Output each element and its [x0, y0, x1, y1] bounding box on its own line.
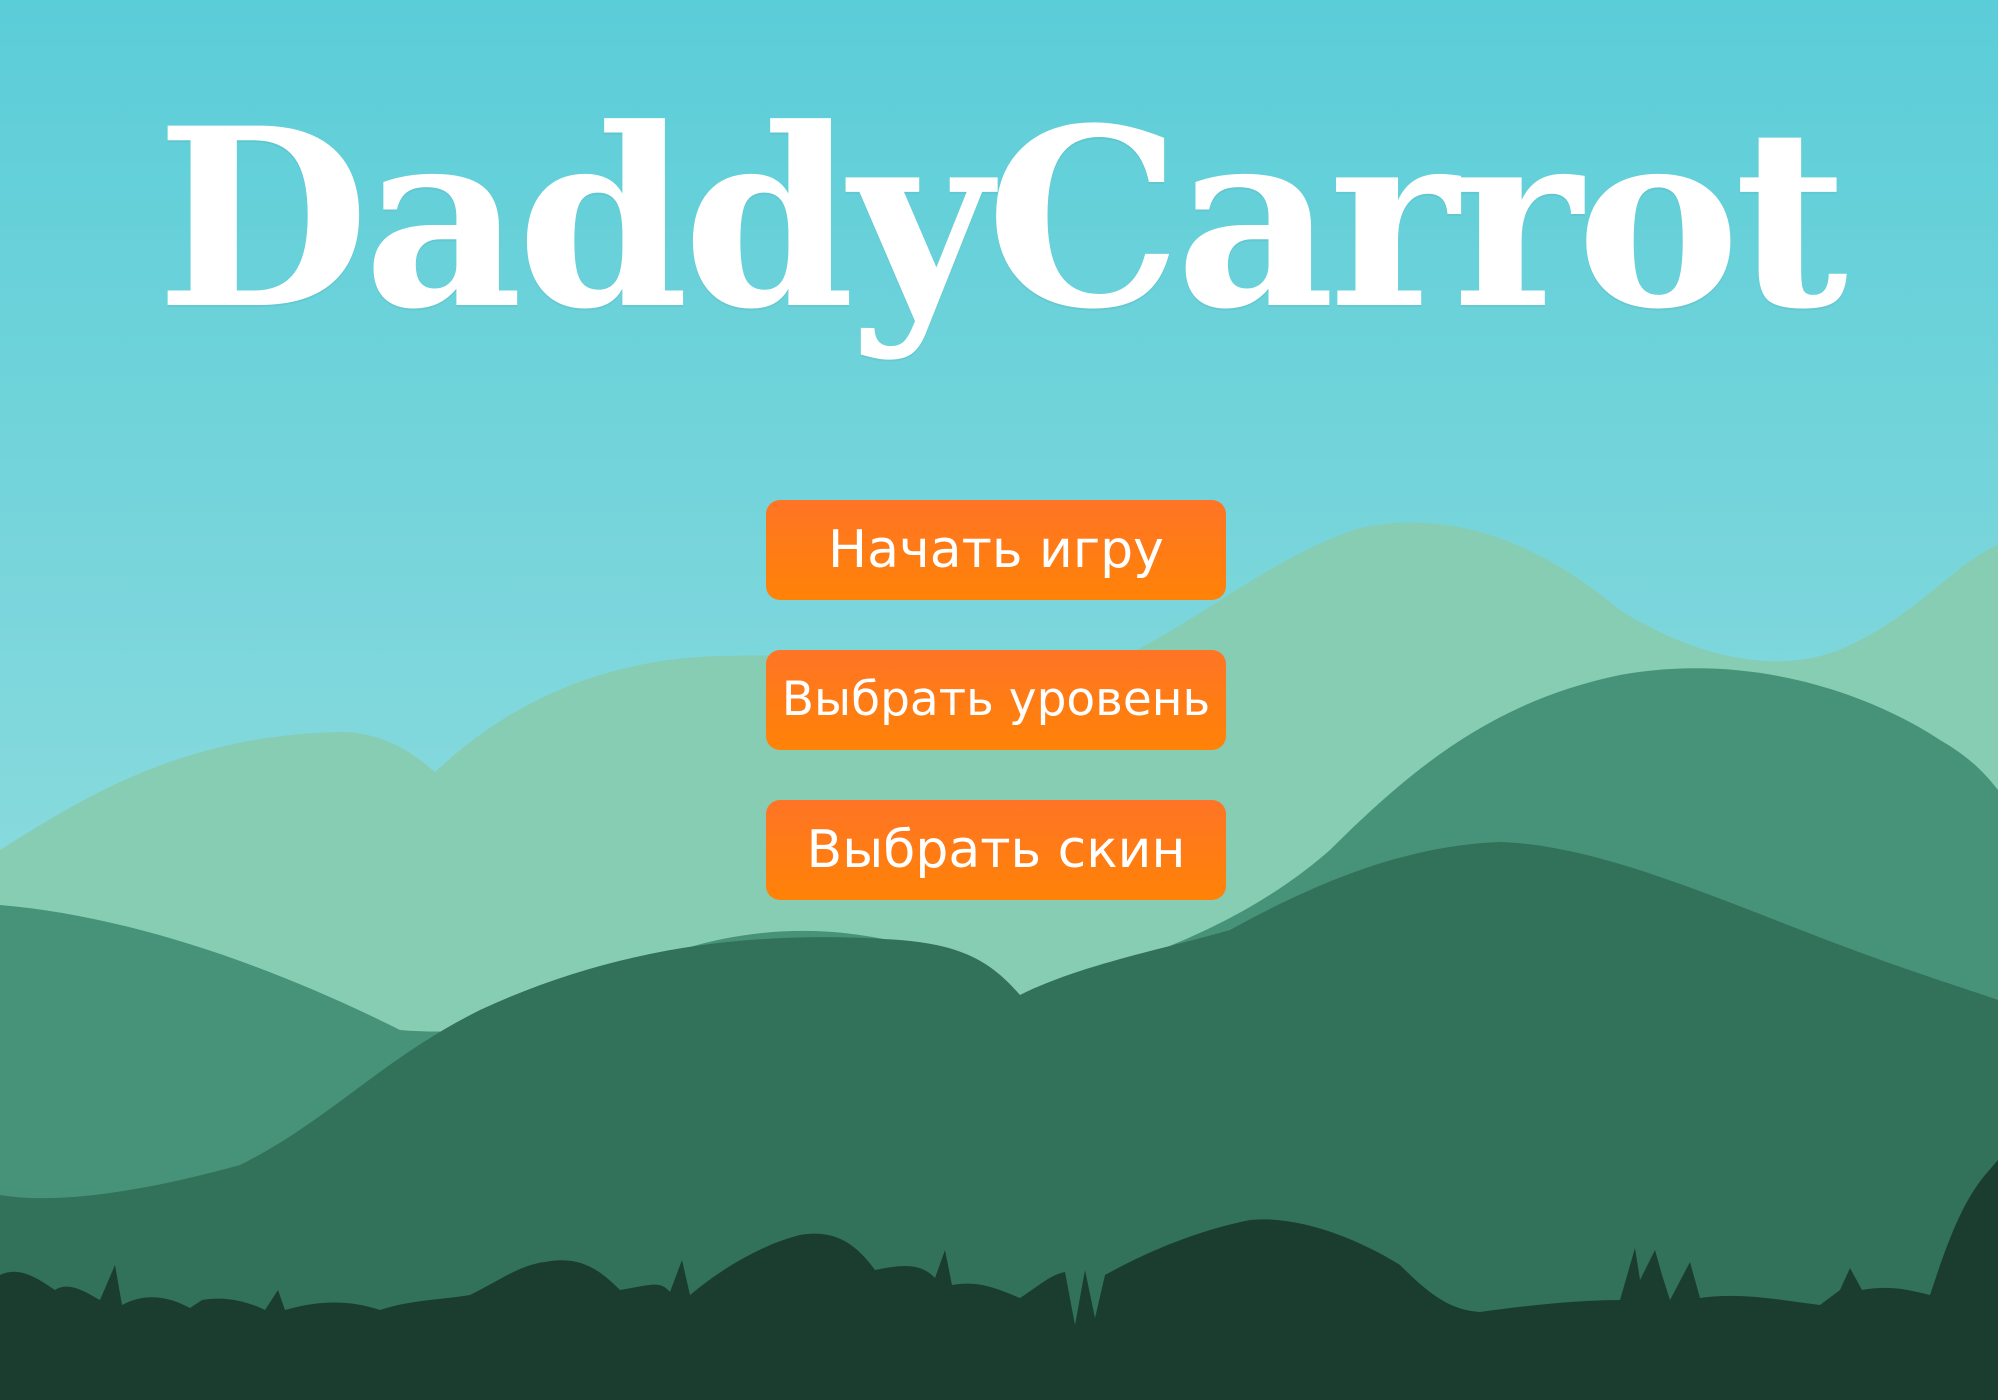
select-skin-button[interactable]: Выбрать скин	[766, 800, 1226, 900]
game-title: DaddyCarrot	[156, 75, 1848, 364]
main-menu: Начать игру Выбрать уровень Выбрать скин	[766, 500, 1226, 950]
select-level-button[interactable]: Выбрать уровень	[766, 650, 1226, 750]
main-menu-screen: DaddyCarrot Начать игру Выбрать уровень …	[0, 0, 1998, 1400]
start-game-button[interactable]: Начать игру	[766, 500, 1226, 600]
